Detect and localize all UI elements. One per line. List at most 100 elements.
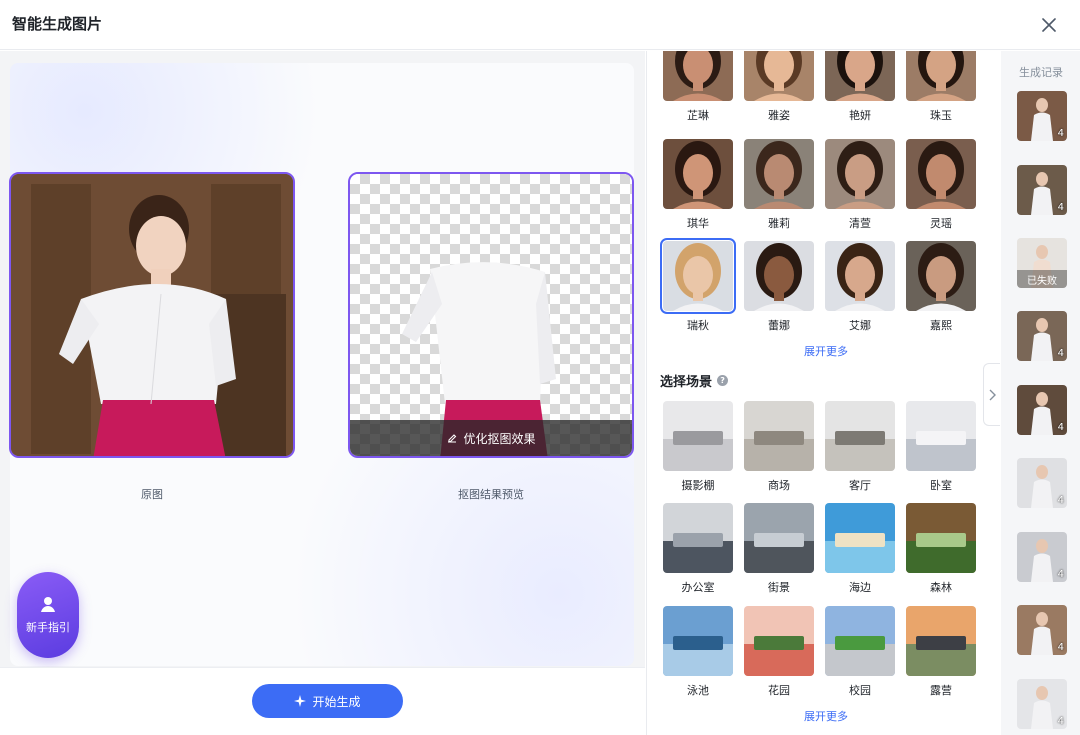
model-avatar[interactable] bbox=[663, 51, 733, 101]
history-item[interactable]: 4 bbox=[1017, 311, 1067, 361]
history-item[interactable]: 4 bbox=[1017, 532, 1067, 582]
scene-thumbnail[interactable] bbox=[663, 503, 733, 573]
scene-item[interactable]: 海边 bbox=[825, 503, 897, 595]
model-name: 芷琳 bbox=[687, 109, 709, 122]
scene-item[interactable]: 街景 bbox=[744, 503, 816, 595]
dialog-header: 智能生成图片 bbox=[0, 0, 1080, 50]
collapse-panel-button[interactable] bbox=[983, 363, 1000, 426]
original-caption: 原图 bbox=[141, 488, 163, 501]
scene-title-text: 选择场景 bbox=[660, 375, 713, 390]
scene-name: 花园 bbox=[768, 684, 790, 697]
scene-thumbnail[interactable] bbox=[906, 606, 976, 676]
history-title: 生成记录 bbox=[1019, 66, 1063, 79]
model-avatar[interactable] bbox=[663, 139, 733, 209]
model-item[interactable]: 艳妍 bbox=[825, 51, 897, 123]
scenes-expand-more-link[interactable]: 展开更多 bbox=[804, 708, 848, 724]
model-name: 琪华 bbox=[687, 217, 709, 230]
scene-item[interactable]: 校园 bbox=[825, 606, 897, 698]
scene-thumbnail[interactable] bbox=[906, 503, 976, 573]
scene-item[interactable]: 商场 bbox=[744, 401, 816, 493]
model-item[interactable]: 芷琳 bbox=[663, 51, 735, 123]
options-panel: 展开更多 选择场景 ? 展开更多 芷琳 雅姿 艳妍 珠玉琪华 雅莉 清萱 灵瑶瑞秋 蕾娜 艾娜 嘉… bbox=[646, 51, 1001, 735]
scene-thumbnail[interactable] bbox=[906, 401, 976, 471]
scene-thumbnail[interactable] bbox=[825, 401, 895, 471]
model-item[interactable]: 清萱 bbox=[825, 139, 897, 231]
model-avatar[interactable] bbox=[825, 51, 895, 101]
model-item[interactable]: 雅莉 bbox=[744, 139, 816, 231]
history-item[interactable]: 4 bbox=[1017, 605, 1067, 655]
start-generate-label: 开始生成 bbox=[312, 694, 361, 709]
model-item[interactable]: 蕾娜 bbox=[744, 241, 816, 333]
model-item[interactable]: 雅姿 bbox=[744, 51, 816, 123]
scene-thumbnail[interactable] bbox=[663, 401, 733, 471]
model-item[interactable]: 琪华 bbox=[663, 139, 735, 231]
history-count: 4 bbox=[1057, 716, 1064, 727]
history-count: 4 bbox=[1057, 642, 1064, 653]
scene-item[interactable]: 露营 bbox=[906, 606, 978, 698]
model-avatar[interactable] bbox=[825, 241, 895, 311]
model-item[interactable]: 艾娜 bbox=[825, 241, 897, 333]
model-avatar[interactable] bbox=[744, 51, 814, 101]
scene-item[interactable]: 森林 bbox=[906, 503, 978, 595]
model-avatar[interactable] bbox=[660, 238, 736, 314]
history-item[interactable]: 4 bbox=[1017, 91, 1067, 141]
history-failed-status: 已失败 bbox=[1017, 270, 1067, 288]
start-generate-button[interactable]: 开始生成 bbox=[252, 684, 403, 718]
scene-item[interactable]: 泳池 bbox=[663, 606, 735, 698]
history-count: 4 bbox=[1057, 348, 1064, 359]
close-button[interactable] bbox=[1036, 12, 1062, 38]
dialog-title: 智能生成图片 bbox=[12, 15, 103, 33]
generation-history: 生成记录 4 4 已失败 4 4 4 4 4 4 bbox=[1001, 51, 1080, 735]
model-avatar[interactable] bbox=[906, 139, 976, 209]
scene-item[interactable]: 客厅 bbox=[825, 401, 897, 493]
model-item[interactable]: 瑞秋 bbox=[660, 238, 736, 333]
model-avatar[interactable] bbox=[906, 241, 976, 311]
scene-thumbnail[interactable] bbox=[744, 401, 814, 471]
model-avatar[interactable] bbox=[825, 139, 895, 209]
scene-name: 森林 bbox=[930, 581, 952, 594]
model-name: 雅莉 bbox=[768, 217, 790, 230]
scene-thumbnail[interactable] bbox=[825, 503, 895, 573]
scene-thumbnail[interactable] bbox=[744, 606, 814, 676]
scene-name: 校园 bbox=[849, 684, 871, 697]
help-icon[interactable]: ? bbox=[717, 375, 729, 386]
scene-thumbnail[interactable] bbox=[825, 606, 895, 676]
history-count: 4 bbox=[1057, 202, 1064, 213]
history-count: 4 bbox=[1057, 422, 1064, 433]
scene-name: 客厅 bbox=[849, 479, 871, 492]
history-count: 4 bbox=[1057, 128, 1064, 139]
model-avatar[interactable] bbox=[744, 139, 814, 209]
history-item[interactable]: 4 bbox=[1017, 165, 1067, 215]
scene-thumbnail[interactable] bbox=[744, 503, 814, 573]
history-item[interactable]: 4 bbox=[1017, 458, 1067, 508]
model-name: 雅姿 bbox=[768, 109, 790, 122]
model-item[interactable]: 灵瑶 bbox=[906, 139, 978, 231]
history-item[interactable]: 4 bbox=[1017, 679, 1067, 729]
app-window: 智能生成图片 原图 优化抠图效果 抠图结果预览 新手指引 开始生成 展开更多 选… bbox=[0, 0, 1080, 735]
scene-name: 泳池 bbox=[687, 684, 709, 697]
scene-section-title: 选择场景 ? bbox=[660, 371, 729, 390]
history-item[interactable]: 已失败 bbox=[1017, 238, 1067, 288]
edit-icon bbox=[448, 434, 457, 443]
models-expand-more-link[interactable]: 展开更多 bbox=[804, 343, 848, 359]
scene-name: 露营 bbox=[930, 684, 952, 697]
model-name: 灵瑶 bbox=[930, 217, 952, 230]
model-name: 蕾娜 bbox=[768, 319, 790, 332]
optimize-label: 优化抠图效果 bbox=[463, 431, 536, 446]
scene-item[interactable]: 办公室 bbox=[663, 503, 735, 595]
history-item[interactable]: 4 bbox=[1017, 385, 1067, 435]
scene-item[interactable]: 花园 bbox=[744, 606, 816, 698]
scene-item[interactable]: 摄影棚 bbox=[663, 401, 735, 493]
model-avatar[interactable] bbox=[744, 241, 814, 311]
model-avatar[interactable] bbox=[906, 51, 976, 101]
model-item[interactable]: 嘉熙 bbox=[906, 241, 978, 333]
user-guide-icon bbox=[41, 597, 55, 612]
model-name: 瑞秋 bbox=[687, 319, 709, 332]
scene-item[interactable]: 卧室 bbox=[906, 401, 978, 493]
optimize-cutout-button[interactable]: 优化抠图效果 bbox=[350, 420, 632, 456]
scene-name: 摄影棚 bbox=[681, 479, 715, 492]
model-item[interactable]: 珠玉 bbox=[906, 51, 978, 123]
model-name: 清萱 bbox=[849, 217, 871, 230]
scene-thumbnail[interactable] bbox=[663, 606, 733, 676]
beginner-guide-button[interactable]: 新手指引 bbox=[17, 572, 79, 658]
